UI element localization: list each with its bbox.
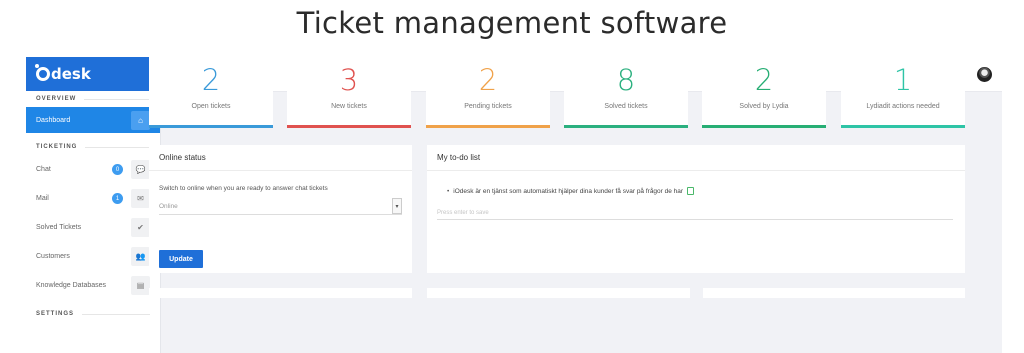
- stat-accent-bar: [426, 125, 550, 128]
- database-icon: ▤: [131, 276, 150, 295]
- stat-card-solved-by-lydia[interactable]: 2 Solved by Lydia: [702, 49, 826, 128]
- sidebar-item-knowledge-databases[interactable]: Knowledge Databases ▤: [26, 271, 160, 300]
- todo-input[interactable]: Press enter to save: [437, 207, 953, 220]
- sidebar-item-label: Chat: [36, 166, 51, 173]
- stat-value: 1: [893, 63, 913, 97]
- stat-accent-bar: [564, 125, 688, 128]
- sidebar-item-label: Dashboard: [36, 116, 71, 124]
- avatar[interactable]: [977, 66, 992, 82]
- stat-value: 2: [478, 63, 498, 97]
- chat-icon: 💬: [131, 160, 150, 179]
- sidebar-item-customers[interactable]: Customers 👥: [26, 242, 160, 271]
- section-settings: SETTINGS: [26, 306, 160, 322]
- page-heading: Ticket management software: [296, 6, 728, 40]
- mail-count-badge: 1: [112, 193, 123, 204]
- bottom-card: [149, 288, 412, 298]
- stat-value: 2: [754, 63, 774, 97]
- sidebar: desk OVERVIEW Dashboard ⌂ TICKETING Chat…: [26, 57, 161, 353]
- chevron-down-icon: ▾: [392, 198, 402, 214]
- sidebar-item-mail[interactable]: Mail 1 ✉: [26, 184, 160, 213]
- stat-card-solved-tickets[interactable]: 8 Solved tickets: [564, 49, 688, 128]
- todo-item-text: iOdesk är en tjänst som automatiskt hjäl…: [453, 187, 684, 195]
- logo: desk: [35, 64, 91, 83]
- sidebar-item-label: Knowledge Databases: [36, 282, 107, 289]
- chat-count-badge: 0: [112, 164, 123, 175]
- delete-icon[interactable]: [687, 187, 695, 195]
- stat-label: Solved tickets: [604, 103, 648, 110]
- users-icon: 👥: [131, 247, 150, 266]
- online-status-panel: Online status Switch to online when you …: [149, 145, 412, 273]
- stat-label: Solved by Lydia: [739, 103, 789, 110]
- online-status-hint: Switch to online when you are ready to a…: [159, 185, 328, 192]
- stat-label: Lydiadit actions needed: [866, 103, 940, 110]
- home-icon: ⌂: [131, 110, 150, 130]
- status-select-value: Online: [159, 202, 178, 210]
- stat-accent-bar: [702, 125, 826, 128]
- bottom-card: [427, 288, 690, 298]
- stats-row: 2 Open tickets 3 New tickets 2 Pending t…: [149, 49, 965, 128]
- sidebar-item-label: Customers: [36, 253, 70, 260]
- sidebar-item-label: Solved Tickets: [36, 224, 82, 231]
- stat-accent-bar: [149, 125, 273, 128]
- brand-name: desk: [51, 65, 91, 83]
- stat-card-new-tickets[interactable]: 3 New tickets: [287, 49, 411, 128]
- sidebar-item-solved-tickets[interactable]: Solved Tickets ✔: [26, 213, 160, 242]
- panel-title: My to-do list: [427, 145, 965, 171]
- mail-icon: ✉: [131, 189, 150, 208]
- stat-card-actions-needed[interactable]: 1 Lydiadit actions needed: [841, 49, 965, 128]
- sidebar-item-label: Mail: [36, 195, 49, 202]
- stat-label: Pending tickets: [464, 103, 512, 110]
- sidebar-item-chat[interactable]: Chat 0 💬: [26, 155, 160, 184]
- todo-item: iOdesk är en tjänst som automatiskt hjäl…: [437, 187, 955, 195]
- sidebar-item-dashboard[interactable]: Dashboard ⌂: [26, 107, 160, 133]
- logo-mark-icon: [35, 64, 50, 81]
- stat-label: New tickets: [331, 103, 367, 110]
- status-select[interactable]: Online ▾: [159, 198, 402, 215]
- panel-title: Online status: [149, 145, 412, 171]
- stat-value: 8: [616, 63, 636, 97]
- stat-accent-bar: [841, 125, 965, 128]
- section-ticketing: TICKETING: [26, 139, 160, 155]
- stat-value: 3: [339, 63, 359, 97]
- todo-panel: My to-do list iOdesk är en tjänst som au…: [427, 145, 965, 273]
- section-overview: OVERVIEW: [26, 91, 160, 107]
- bottom-card: [703, 288, 965, 298]
- stat-card-pending-tickets[interactable]: 2 Pending tickets: [426, 49, 550, 128]
- stat-value: 2: [201, 63, 221, 97]
- stat-card-open-tickets[interactable]: 2 Open tickets: [149, 49, 273, 128]
- check-icon: ✔: [131, 218, 150, 237]
- brand[interactable]: desk: [26, 57, 160, 91]
- stat-accent-bar: [287, 125, 411, 128]
- update-button[interactable]: Update: [159, 250, 203, 268]
- stat-label: Open tickets: [191, 103, 231, 110]
